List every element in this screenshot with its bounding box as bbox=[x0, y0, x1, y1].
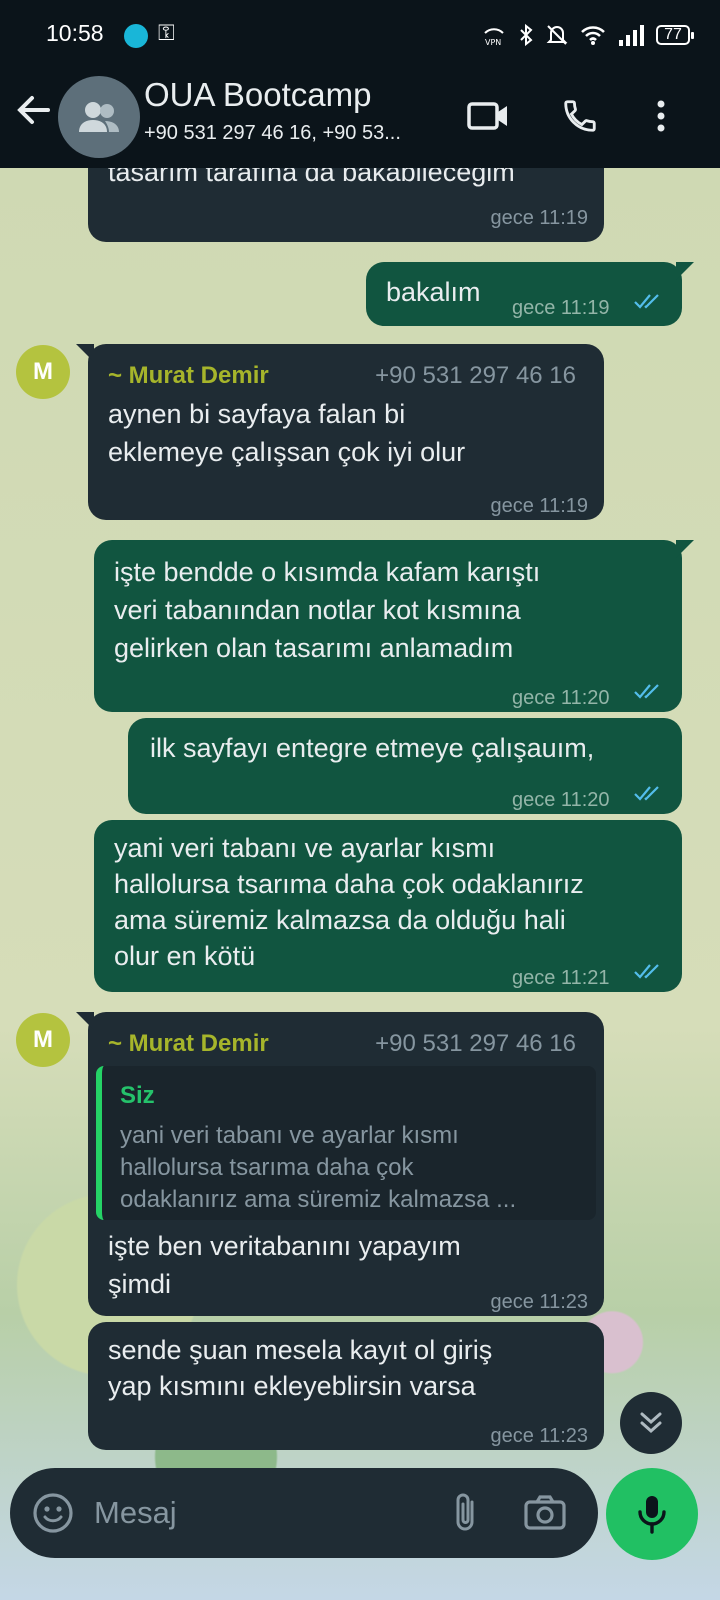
camera-icon[interactable] bbox=[522, 1490, 568, 1536]
message-text: yap kısmını ekleyeblirsin varsa bbox=[108, 1371, 476, 1401]
more-options-button[interactable] bbox=[636, 90, 686, 142]
message-text: işte ben veritabanını yapayım bbox=[108, 1231, 461, 1261]
bubble-tail bbox=[676, 262, 694, 280]
sender-name[interactable]: ~ Murat Demir bbox=[108, 1026, 269, 1062]
group-icon bbox=[79, 102, 119, 132]
sender-name[interactable]: ~ Murat Demir bbox=[108, 358, 269, 394]
message-time: gece 11:21 bbox=[512, 967, 610, 989]
sender-avatar[interactable]: M bbox=[16, 345, 70, 399]
message-time: gece 11:23 bbox=[490, 1291, 589, 1313]
paperclip-icon[interactable] bbox=[442, 1490, 488, 1536]
message-time: gece 11:20 bbox=[512, 789, 610, 811]
message-text: bakalım bbox=[386, 277, 481, 307]
message-text: ilk sayfayı entegre etmeye çalışauım, bbox=[150, 733, 595, 763]
scroll-to-bottom-button[interactable] bbox=[620, 1392, 682, 1454]
quoted-text-line: yani veri tabanı ve ayarlar kısmı bbox=[120, 1122, 459, 1149]
phone-icon bbox=[564, 100, 596, 132]
voice-call-button[interactable] bbox=[554, 90, 606, 142]
message-text: hallolursa tsarıma daha çok odaklanırız bbox=[114, 869, 584, 899]
message-time: gece 11:19 bbox=[490, 495, 589, 517]
video-camera-icon bbox=[467, 102, 507, 130]
message-text: eklemeye çalışsan çok iyi olur bbox=[108, 437, 466, 467]
emoji-icon[interactable] bbox=[30, 1490, 76, 1536]
message-outgoing[interactable]: işte bendde o kısımda kafam karıştı veri… bbox=[94, 540, 694, 712]
status-bar: 10:58 ⚿ VPN 77 bbox=[0, 0, 720, 72]
chat-title[interactable]: OUA Bootcamp bbox=[144, 76, 371, 114]
voice-record-button[interactable] bbox=[606, 1468, 698, 1560]
status-time: 10:58 bbox=[46, 20, 104, 46]
svg-text:VPN: VPN bbox=[485, 38, 501, 47]
battery-level: 77 bbox=[664, 26, 682, 43]
battery-icon: 77 bbox=[656, 25, 694, 45]
message-incoming[interactable]: ~ Murat Demir +90 531 297 46 16 Siz yani… bbox=[76, 1012, 604, 1316]
message-input[interactable] bbox=[94, 1488, 414, 1538]
message-outgoing[interactable]: bakalım gece 11:19 bbox=[366, 262, 694, 326]
quoted-sender: Siz bbox=[120, 1082, 155, 1109]
quoted-message[interactable]: Siz yani veri tabanı ve ayarlar kısmı ha… bbox=[96, 1066, 596, 1220]
message-text: olur en kötü bbox=[114, 941, 256, 971]
app-notification-icon bbox=[124, 24, 148, 48]
sender-avatar[interactable]: M bbox=[16, 1013, 70, 1067]
message-time: gece 11:20 bbox=[512, 687, 610, 709]
sender-phone: +90 531 297 46 16 bbox=[375, 1030, 576, 1057]
more-vertical-icon bbox=[657, 100, 665, 132]
signal-icon bbox=[619, 25, 644, 46]
quoted-text-line: hallolursa tsarıma daha çok bbox=[120, 1154, 414, 1181]
read-ticks-icon bbox=[634, 964, 659, 979]
message-text: veri tabanından notlar kot kısmına bbox=[114, 595, 521, 625]
wifi-icon bbox=[581, 26, 605, 45]
message-incoming[interactable]: sende şuan mesela kayıt ol giriş yap kıs… bbox=[88, 1322, 604, 1450]
message-time: gece 11:19 bbox=[512, 297, 610, 319]
message-text: aynen bi sayfaya falan bi bbox=[108, 399, 406, 429]
vpn-icon: VPN bbox=[484, 28, 504, 47]
message-composer bbox=[10, 1468, 598, 1558]
message-time: gece 11:23 bbox=[490, 1425, 589, 1447]
message-time: gece 11:19 bbox=[490, 207, 589, 229]
key-icon: ⚿ bbox=[158, 20, 175, 45]
status-icons: VPN 77 bbox=[482, 20, 694, 50]
message-text: şimdi bbox=[108, 1269, 172, 1299]
message-text: sende şuan mesela kayıt ol giriş bbox=[108, 1335, 493, 1365]
bubble-tail bbox=[676, 540, 694, 558]
message-text: işte bendde o kısımda kafam karıştı bbox=[114, 557, 541, 587]
quoted-text-line: odaklanırız ama süremiz kalmazsa ... bbox=[120, 1186, 517, 1213]
quoted-text: yani veri tabanı ve ayarlar kısmı hallol… bbox=[120, 1120, 560, 1216]
double-chevron-down-icon bbox=[640, 1412, 662, 1434]
message-outgoing[interactable]: yani veri tabanı ve ayarlar kısmı hallol… bbox=[94, 820, 682, 992]
read-ticks-icon bbox=[634, 786, 659, 801]
message-incoming[interactable]: tasarım tarafına da bakabileceğim gece 1… bbox=[88, 168, 604, 242]
sender-phone: +90 531 297 46 16 bbox=[375, 362, 576, 389]
bubble-tail bbox=[76, 1012, 94, 1030]
message-outgoing[interactable]: ilk sayfayı entegre etmeye çalışauım, ge… bbox=[128, 718, 682, 814]
bubble-tail bbox=[76, 344, 94, 362]
back-button[interactable] bbox=[14, 90, 54, 130]
read-ticks-icon bbox=[634, 294, 659, 309]
chat-header: OUA Bootcamp +90 531 297 46 16, +90 53..… bbox=[0, 72, 720, 168]
read-ticks-icon bbox=[634, 684, 659, 699]
message-incoming[interactable]: ~ Murat Demir +90 531 297 46 16 aynen bi… bbox=[76, 344, 604, 520]
message-text: gelirken olan tasarımı anlamadım bbox=[114, 633, 514, 663]
bluetooth-icon bbox=[520, 23, 533, 47]
mute-bell-icon bbox=[546, 25, 568, 45]
message-list[interactable]: tasarım tarafına da bakabileceğim gece 1… bbox=[0, 168, 720, 1600]
video-call-button[interactable] bbox=[462, 90, 514, 142]
back-arrow-icon bbox=[17, 96, 50, 124]
message-text: tasarım tarafına da bakabileceğim bbox=[108, 168, 515, 187]
chat-participants[interactable]: +90 531 297 46 16, +90 53... bbox=[144, 122, 444, 145]
message-text: yani veri tabanı ve ayarlar kısmı bbox=[114, 833, 496, 863]
group-avatar[interactable] bbox=[58, 76, 140, 158]
message-text: ama süremiz kalmazsa da olduğu hali bbox=[114, 905, 566, 935]
microphone-icon bbox=[638, 1496, 666, 1534]
